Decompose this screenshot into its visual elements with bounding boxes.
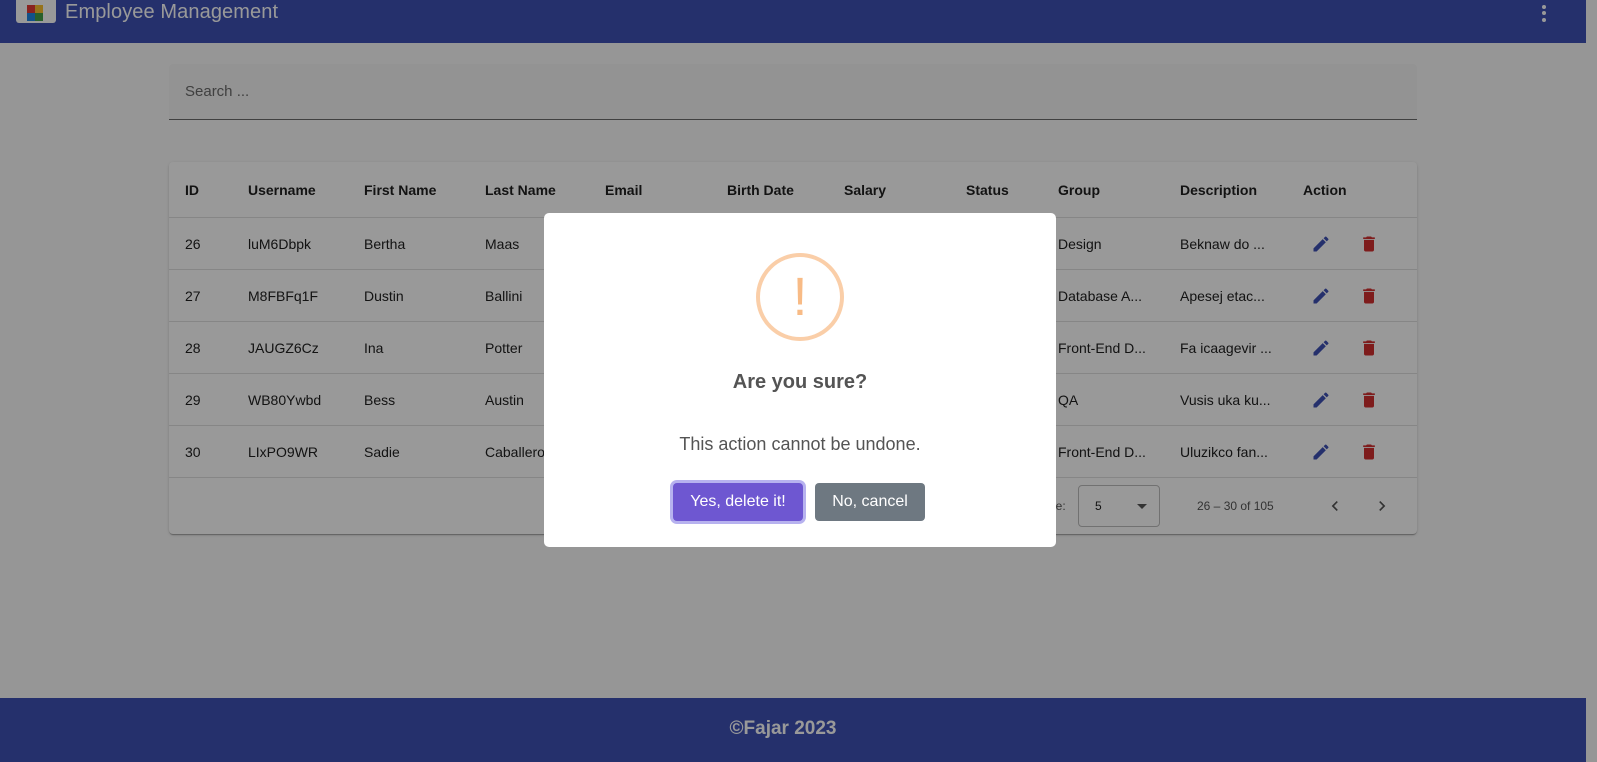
confirm-delete-button[interactable]: Yes, delete it! bbox=[673, 483, 803, 521]
dialog-title: Are you sure? bbox=[732, 371, 868, 393]
confirm-dialog: ! Are you sure? This action cannot be un… bbox=[544, 213, 1056, 547]
cancel-button[interactable]: No, cancel bbox=[815, 483, 925, 521]
dialog-text: This action cannot be undone. bbox=[679, 434, 921, 454]
warning-glyph: ! bbox=[792, 267, 808, 327]
warning-icon: ! bbox=[756, 253, 844, 341]
